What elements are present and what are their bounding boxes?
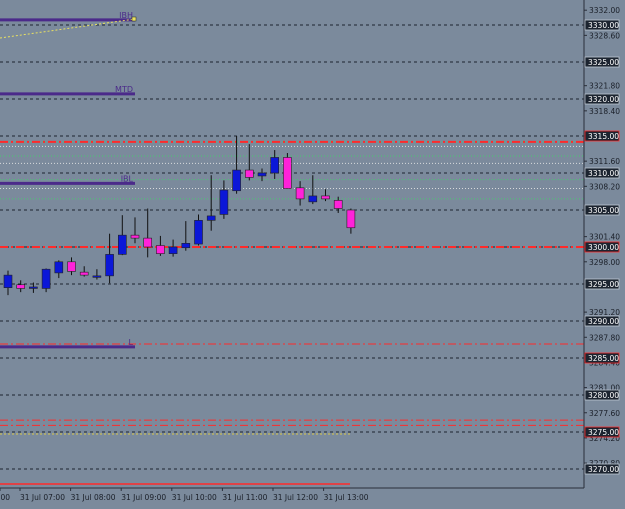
candle-body bbox=[105, 254, 114, 277]
candle-body bbox=[118, 234, 127, 255]
candle-body bbox=[194, 220, 203, 245]
y-tick-label: 3287.80 bbox=[589, 333, 620, 342]
candle-body bbox=[232, 169, 241, 192]
candle-body bbox=[143, 237, 152, 248]
x-tick-label: 31 Jul 11:00 bbox=[222, 493, 267, 502]
level-label-ibh: IBH bbox=[119, 11, 133, 20]
x-tick-label: 31 Jul 10:00 bbox=[172, 493, 217, 502]
y-tick-label: 3301.40 bbox=[589, 233, 620, 242]
candle-body bbox=[54, 261, 64, 274]
candle-body bbox=[181, 243, 191, 249]
price-box-label: 3295.00 bbox=[588, 280, 619, 289]
x-tick-label: 31 Jul 08:00 bbox=[71, 493, 116, 502]
price-box-label: 3280.00 bbox=[588, 391, 619, 400]
candle-body bbox=[67, 261, 76, 272]
candle-body bbox=[346, 209, 356, 229]
price-box-label: 3330.00 bbox=[588, 21, 619, 30]
level-label-l: L bbox=[129, 338, 134, 347]
price-box-label: 3310.00 bbox=[588, 169, 619, 178]
candle-body bbox=[41, 268, 51, 289]
price-chart[interactable]: IBH MTD IBL L 3332.00 3328.60 3325.00 3321.80 3… bbox=[0, 0, 625, 509]
candle-body bbox=[219, 189, 229, 215]
price-box-label: 3300.00 bbox=[588, 243, 619, 252]
x-tick-label: 31 Jul 07:00 bbox=[20, 493, 65, 502]
candle-body bbox=[283, 157, 292, 189]
y-tick-label: 3308.20 bbox=[589, 182, 620, 191]
candle-body bbox=[257, 172, 267, 177]
y-tick-label: 3328.60 bbox=[589, 31, 620, 40]
price-box-label: 3325.00 bbox=[588, 58, 619, 67]
candle-body bbox=[16, 284, 26, 289]
chart-background bbox=[0, 0, 625, 509]
y-tick-label: 3311.60 bbox=[589, 157, 620, 166]
level-label-mtd: MTD bbox=[115, 85, 133, 94]
candle-body bbox=[245, 169, 254, 178]
price-box-label: 3285.00 bbox=[588, 354, 619, 363]
price-box-label: 3315.00 bbox=[588, 132, 619, 141]
y-tick-label: 3298.00 bbox=[589, 258, 620, 267]
y-tick-label: 3277.60 bbox=[589, 409, 620, 418]
x-tick-label: 31 Jul 13:00 bbox=[324, 493, 369, 502]
price-box-label: 3290.00 bbox=[588, 317, 619, 326]
candle-body bbox=[333, 200, 343, 209]
level-label-ibl: IBL bbox=[121, 174, 134, 183]
x-tick-label: 31 Jul 09:00 bbox=[121, 493, 166, 502]
candle-body bbox=[156, 245, 165, 254]
candle-body bbox=[206, 215, 216, 221]
x-tick-label: :00 bbox=[0, 493, 10, 502]
candle-body bbox=[308, 195, 318, 203]
candle-body bbox=[92, 275, 102, 278]
trend-marker bbox=[131, 16, 137, 22]
candle-body bbox=[79, 271, 89, 276]
y-tick-label: 3332.00 bbox=[589, 6, 620, 15]
y-tick-label: 3321.80 bbox=[589, 82, 620, 91]
candle-body bbox=[270, 157, 280, 174]
candle-body bbox=[295, 187, 305, 200]
price-box-label: 3320.00 bbox=[588, 95, 619, 104]
y-tick-label: 3318.40 bbox=[589, 107, 620, 116]
x-tick-label: 31 Jul 12:00 bbox=[273, 493, 318, 502]
candle-body bbox=[29, 286, 38, 289]
candle-body bbox=[130, 234, 140, 239]
candle-body bbox=[168, 246, 178, 254]
candle-body bbox=[321, 195, 330, 200]
price-box-label: 3270.00 bbox=[588, 465, 619, 474]
price-box-label: 3275.00 bbox=[588, 428, 619, 437]
candle-body bbox=[3, 274, 13, 288]
price-box-label: 3305.00 bbox=[588, 206, 619, 215]
